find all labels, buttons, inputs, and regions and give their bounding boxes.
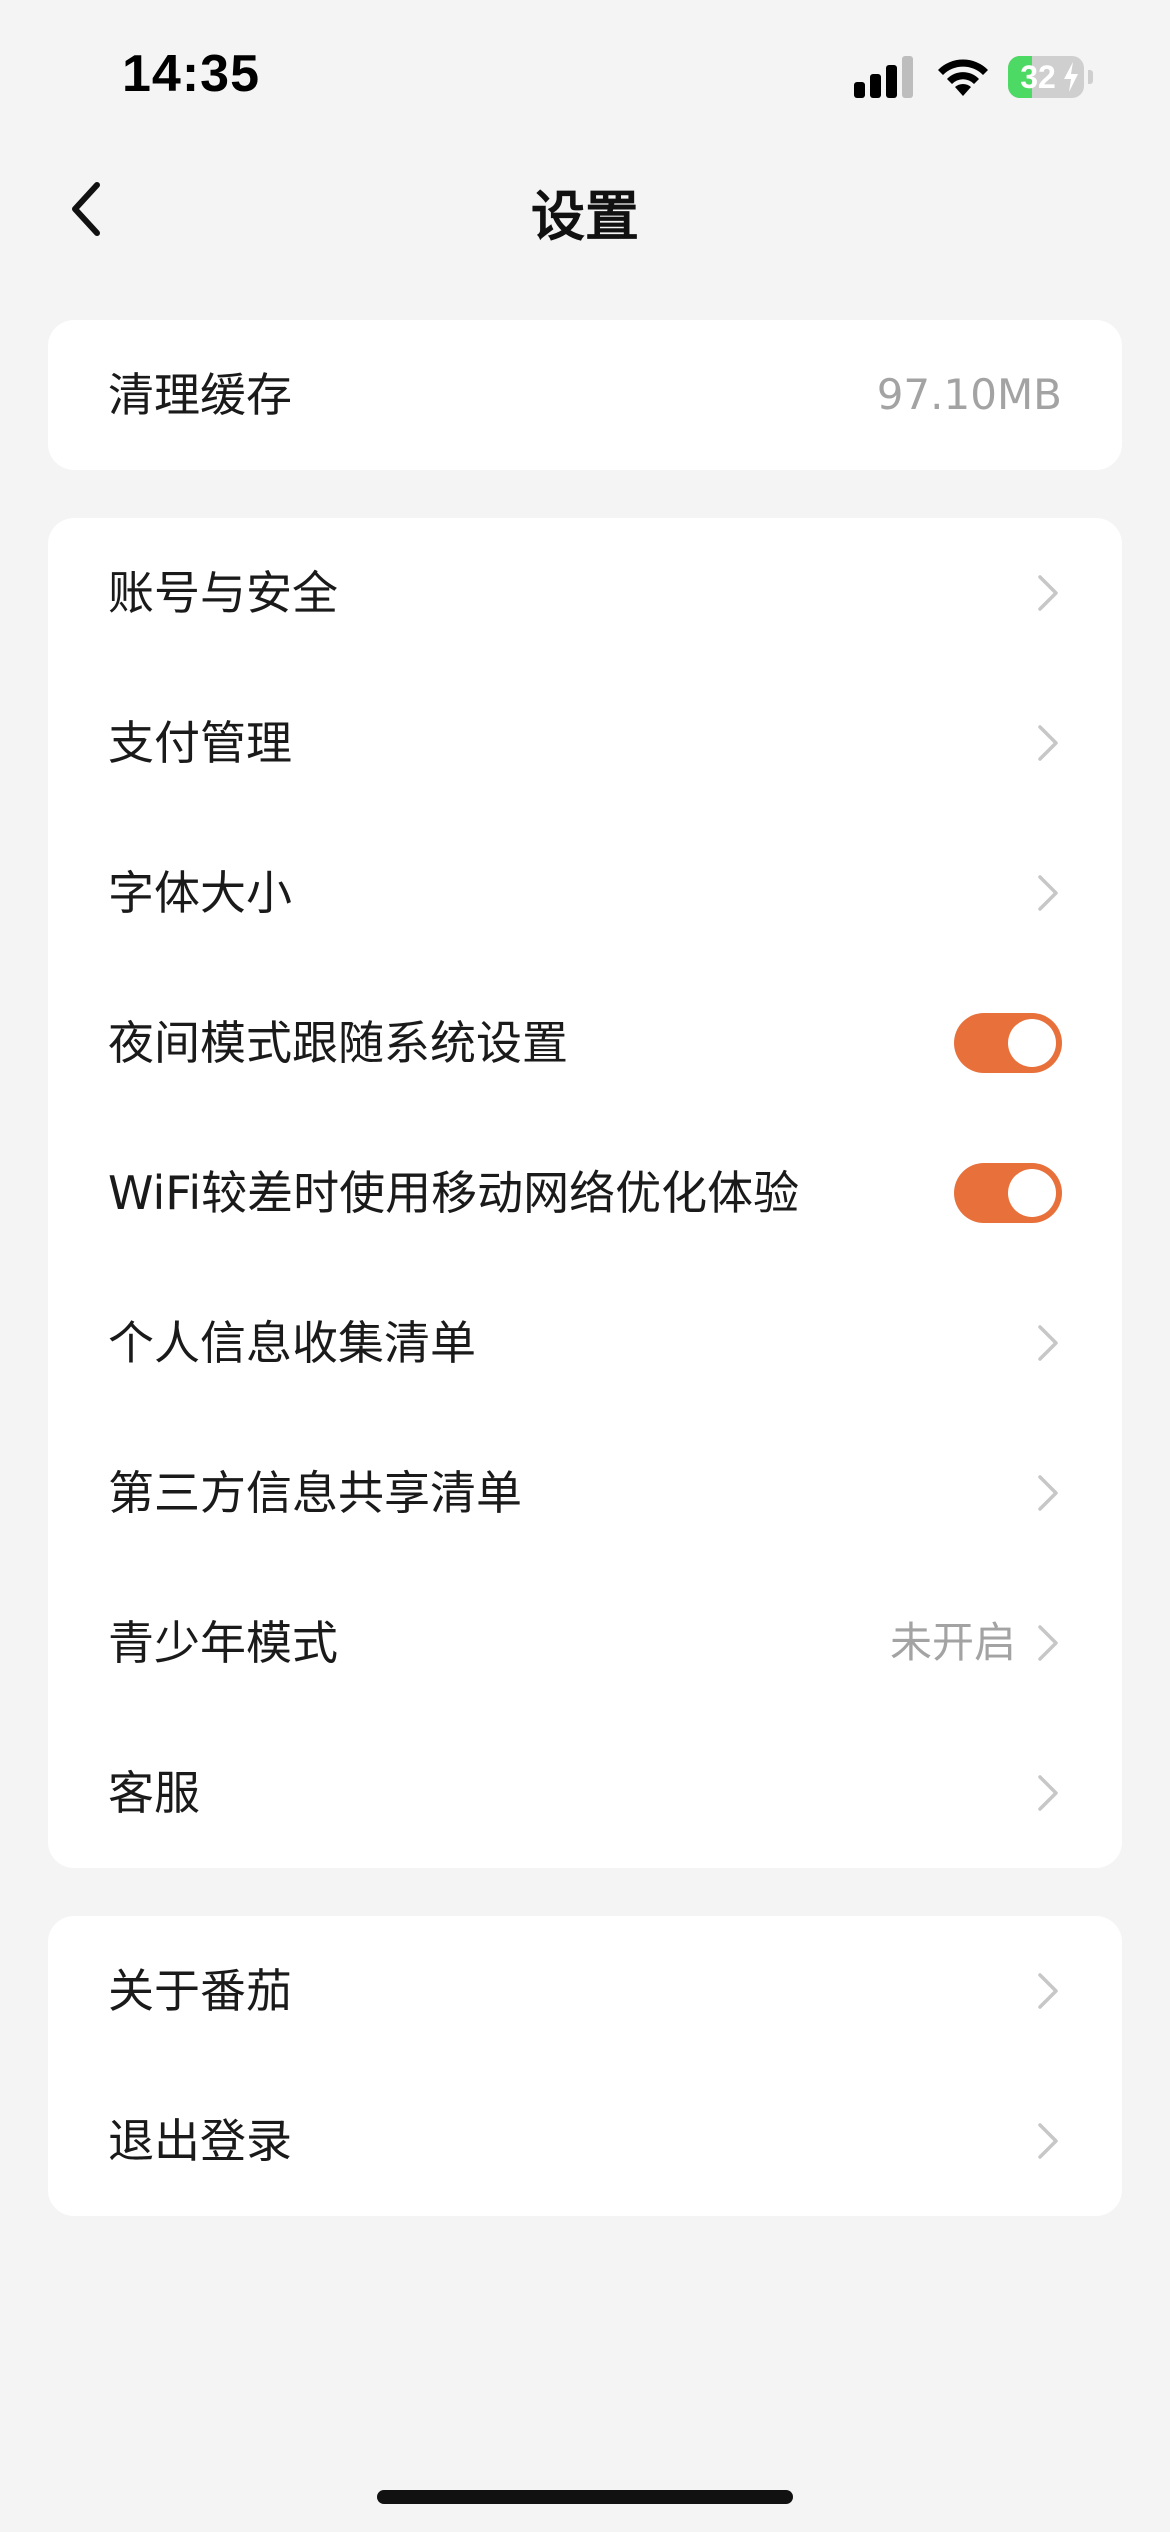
chevron-right-icon: [1038, 575, 1058, 611]
settings-item-label: 第三方信息共享清单: [108, 1466, 522, 1520]
chevron-right-icon: [1038, 725, 1058, 761]
settings-item-label: 客服: [108, 1766, 200, 1820]
chevron-right-icon: [1038, 1775, 1058, 1811]
settings-item-payment[interactable]: 支付管理: [48, 668, 1122, 818]
page-title: 设置: [531, 185, 639, 248]
settings-item-wifi-optimization: WiFi较差时使用移动网络优化体验: [48, 1118, 1122, 1268]
cellular-signal-icon: [854, 56, 913, 98]
clear-cache-row[interactable]: 清理缓存 97.10MB: [48, 320, 1122, 470]
wifi-icon: [938, 59, 988, 96]
night-mode-toggle[interactable]: [954, 1013, 1062, 1073]
cache-size-value: 97.10MB: [876, 370, 1062, 419]
chevron-right-icon: [1038, 1325, 1058, 1361]
clear-cache-label: 清理缓存: [108, 368, 292, 422]
settings-item-third-party-sharing[interactable]: 第三方信息共享清单: [48, 1418, 1122, 1568]
chevron-right-icon: [1038, 1973, 1058, 2009]
settings-item-label: 夜间模式跟随系统设置: [108, 1016, 568, 1070]
settings-item-label: 青少年模式: [108, 1616, 338, 1670]
charging-bolt-icon: [1064, 62, 1078, 92]
settings-item-label: 个人信息收集清单: [108, 1316, 476, 1370]
settings-item-about[interactable]: 关于番茄: [48, 1916, 1122, 2066]
settings-item-label: 字体大小: [108, 866, 292, 920]
battery-indicator: 32: [1008, 56, 1093, 98]
account-card: 关于番茄 退出登录: [48, 1916, 1122, 2216]
toggle-knob: [1008, 1019, 1056, 1067]
settings-item-personal-info-list[interactable]: 个人信息收集清单: [48, 1268, 1122, 1418]
settings-item-teen-mode[interactable]: 青少年模式 未开启: [48, 1568, 1122, 1718]
chevron-right-icon: [1038, 1475, 1058, 1511]
battery-level-text: 32: [1020, 59, 1056, 95]
chevron-right-icon: [1038, 1625, 1058, 1661]
settings-item-account-security[interactable]: 账号与安全: [48, 518, 1122, 668]
settings-item-night-mode: 夜间模式跟随系统设置: [48, 968, 1122, 1118]
battery-cap: [1088, 70, 1093, 84]
toggle-knob: [1008, 1169, 1056, 1217]
battery-body: 32: [1008, 56, 1084, 98]
settings-item-logout[interactable]: 退出登录: [48, 2066, 1122, 2216]
settings-item-font-size[interactable]: 字体大小: [48, 818, 1122, 968]
chevron-right-icon: [1038, 2123, 1058, 2159]
settings-item-customer-service[interactable]: 客服: [48, 1718, 1122, 1868]
settings-item-label: 退出登录: [108, 2114, 292, 2168]
home-indicator[interactable]: [377, 2490, 793, 2504]
chevron-right-icon: [1038, 875, 1058, 911]
settings-item-label: WiFi较差时使用移动网络优化体验: [108, 1166, 800, 1220]
wifi-optimization-toggle[interactable]: [954, 1163, 1062, 1223]
settings-item-label: 账号与安全: [108, 566, 338, 620]
settings-card: 账号与安全 支付管理 字体大小 夜间模式跟随系统设置 WiFi较差时使用移动网络…: [48, 518, 1122, 1868]
status-time: 14:35: [122, 45, 260, 103]
settings-item-label: 关于番茄: [108, 1964, 292, 2018]
cache-card: 清理缓存 97.10MB: [48, 320, 1122, 470]
status-bar: 14:35 32: [0, 0, 1170, 150]
nav-bar: 设置: [0, 150, 1170, 270]
settings-item-label: 支付管理: [108, 716, 292, 770]
teen-mode-status: 未开启: [889, 1618, 1016, 1667]
